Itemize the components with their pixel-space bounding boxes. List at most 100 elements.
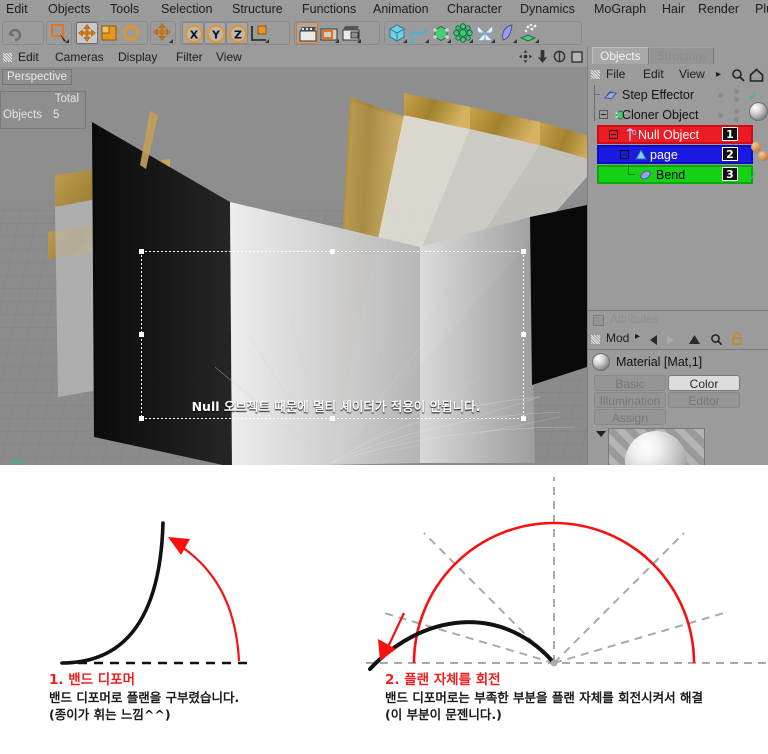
- attributes-tab-label[interactable]: Attributes: [610, 313, 659, 327]
- forward-arrow-icon[interactable]: [664, 333, 676, 351]
- rotate-icon[interactable]: [553, 50, 566, 68]
- object-row-bend[interactable]: Bend 3 ✓: [588, 165, 768, 185]
- effector-icon[interactable]: [474, 22, 496, 44]
- axis-move-icon[interactable]: [152, 22, 174, 44]
- spline-icon[interactable]: [408, 22, 430, 44]
- cube-primitive-icon[interactable]: [386, 22, 408, 44]
- selection-handle[interactable]: [521, 249, 526, 254]
- selection-bounding-box[interactable]: [139, 249, 526, 421]
- selection-handle[interactable]: [139, 332, 144, 337]
- lock-icon[interactable]: [731, 332, 743, 351]
- collapse-triangle-icon[interactable]: [596, 431, 606, 437]
- viewport-menu-filter[interactable]: Filter: [176, 49, 203, 65]
- render-view-icon[interactable]: [296, 22, 318, 44]
- selection-handle[interactable]: [521, 416, 526, 421]
- material-tab-editor[interactable]: Editor: [668, 392, 740, 408]
- undo-icon[interactable]: [4, 22, 26, 44]
- right-caption-block: 2. 플랜 자체를 회전 밴드 디포머로는 부족한 부분을 플랜 자체를 회전시…: [385, 671, 703, 723]
- viewport-3d-scene[interactable]: Perspective Total Objects 5 Null 오브젝트 때문…: [0, 67, 587, 465]
- attributes-grip[interactable]: [591, 335, 600, 344]
- object-name: page: [650, 148, 678, 162]
- menu-structure[interactable]: Structure: [232, 1, 283, 18]
- attributes-checkbox[interactable]: [593, 315, 604, 326]
- om-menu-edit[interactable]: Edit: [643, 67, 664, 82]
- svg-text:Y: Y: [211, 29, 221, 42]
- menu-dynamics[interactable]: Dynamics: [520, 1, 575, 18]
- expander-icon[interactable]: [609, 130, 618, 139]
- viewport-menu-view[interactable]: View: [216, 49, 242, 65]
- selection-handle[interactable]: [139, 416, 144, 421]
- material-tab-assign[interactable]: Assign: [594, 409, 666, 425]
- scale-tool-icon[interactable]: [98, 22, 120, 44]
- viewport-menu-grip[interactable]: [3, 53, 12, 62]
- cloner-icon[interactable]: [430, 22, 452, 44]
- om-menu-view[interactable]: View: [679, 67, 705, 82]
- selection-handle[interactable]: [521, 332, 526, 337]
- icon-toolbar: X Y Z: [0, 19, 768, 48]
- material-sphere-icon[interactable]: [758, 151, 768, 161]
- material-sphere-icon[interactable]: [751, 142, 761, 152]
- back-arrow-icon[interactable]: [648, 333, 660, 351]
- annotation-badge-1: 1: [722, 127, 738, 141]
- om-menu-file[interactable]: File: [606, 67, 625, 82]
- material-tab-color[interactable]: Color: [668, 375, 740, 391]
- rotate-tool-icon[interactable]: [120, 22, 142, 44]
- search-icon[interactable]: [710, 333, 723, 351]
- object-row-cloner-object[interactable]: Cloner Object ✓: [588, 105, 768, 125]
- object-manager-grip[interactable]: [591, 70, 600, 79]
- object-manager-tree[interactable]: Step Effector ✓ Cloner Object 0 Null Obj…: [588, 85, 768, 311]
- expander-icon[interactable]: [599, 110, 608, 119]
- viewport-menu-cameras[interactable]: Cameras: [55, 49, 104, 65]
- pan-icon[interactable]: [519, 50, 532, 68]
- viewport-menu-display[interactable]: Display: [118, 49, 157, 65]
- object-row-null-object[interactable]: 0 Null Object 1: [588, 125, 768, 145]
- menu-functions[interactable]: Functions: [302, 1, 356, 18]
- chevron-right-icon[interactable]: ▸: [635, 331, 640, 342]
- object-row-step-effector[interactable]: Step Effector ✓: [588, 85, 768, 105]
- menu-mograph[interactable]: MoGraph: [594, 1, 646, 18]
- fracture-icon[interactable]: [452, 22, 474, 44]
- selection-tool-icon[interactable]: [48, 22, 70, 44]
- menu-character[interactable]: Character: [447, 1, 502, 18]
- visibility-check-icon[interactable]: ✓: [748, 170, 758, 182]
- attributes-mode-label[interactable]: Mod: [606, 331, 629, 345]
- object-row-page[interactable]: page 2: [588, 145, 768, 165]
- left-diagram-graphics: [60, 521, 248, 665]
- menu-plugins[interactable]: Plugins: [755, 1, 768, 18]
- viewport-menu-edit[interactable]: Edit: [18, 49, 39, 65]
- menu-hair[interactable]: Hair: [662, 1, 685, 18]
- selection-handle[interactable]: [330, 416, 335, 421]
- attributes-menu-bar: Mod ▸: [588, 329, 768, 350]
- x-axis-lock-icon[interactable]: X: [182, 22, 204, 44]
- render-region-icon[interactable]: [318, 22, 340, 44]
- up-arrow-icon[interactable]: [688, 333, 701, 351]
- z-axis-lock-icon[interactable]: Z: [226, 22, 248, 44]
- right-caption-title: 2. 플랜 자체를 회전: [385, 672, 501, 688]
- dolly-icon[interactable]: [537, 50, 548, 68]
- tab-structure[interactable]: Structure: [650, 47, 714, 65]
- deformer-icon[interactable]: [496, 22, 518, 44]
- move-tool-icon[interactable]: [76, 22, 98, 44]
- toolbar-group-select: [46, 21, 72, 45]
- viewport-info-box: Total Objects 5: [0, 91, 86, 129]
- selection-handle[interactable]: [139, 249, 144, 254]
- menu-render[interactable]: Render: [698, 1, 739, 18]
- material-thumbnail[interactable]: [749, 102, 768, 121]
- visibility-check-icon[interactable]: ✓: [748, 90, 758, 102]
- tab-objects[interactable]: Objects: [592, 47, 649, 65]
- menu-animation[interactable]: Animation: [373, 1, 429, 18]
- render-settings-icon[interactable]: [340, 22, 362, 44]
- material-tab-basic[interactable]: Basic: [594, 375, 666, 391]
- y-axis-lock-icon[interactable]: Y: [204, 22, 226, 44]
- menu-tools[interactable]: Tools: [110, 1, 139, 18]
- expander-icon[interactable]: [620, 150, 629, 159]
- menu-edit[interactable]: Edit: [6, 1, 28, 18]
- world-coordinate-icon[interactable]: [248, 22, 270, 44]
- selection-handle[interactable]: [330, 249, 335, 254]
- mograph-selection-icon[interactable]: [518, 22, 540, 44]
- material-tab-illumination[interactable]: Illumination: [594, 392, 666, 408]
- menu-objects[interactable]: Objects: [48, 1, 90, 18]
- chevron-right-icon[interactable]: ▸: [716, 67, 721, 82]
- menu-selection[interactable]: Selection: [161, 1, 212, 18]
- maximize-icon[interactable]: [571, 50, 583, 68]
